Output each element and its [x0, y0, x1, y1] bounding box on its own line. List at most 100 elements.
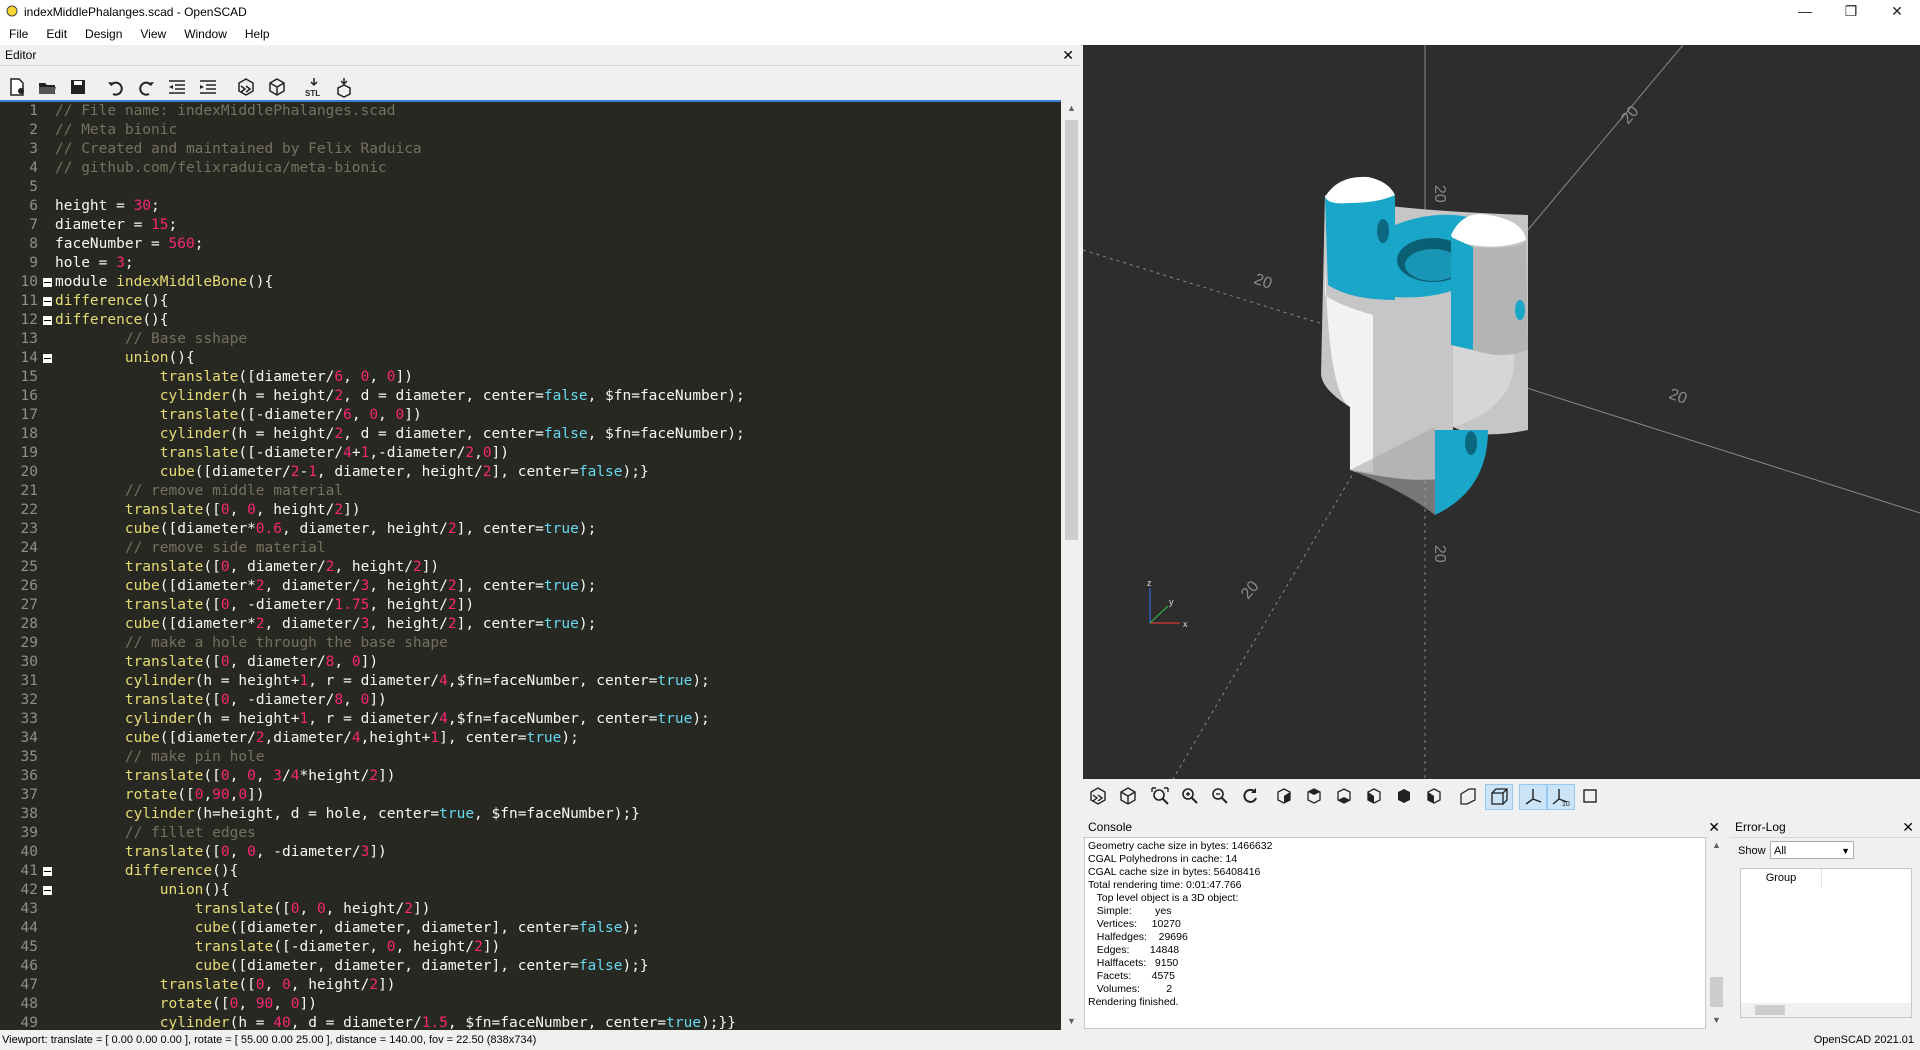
close-editor-icon[interactable]: ✕ — [1062, 45, 1074, 65]
code-token: ]) — [369, 692, 387, 708]
reset-view-icon[interactable] — [1237, 784, 1263, 808]
code-token: , — [229, 768, 248, 784]
undo-icon[interactable] — [103, 74, 129, 100]
perspective-icon[interactable] — [1455, 784, 1481, 808]
code-token: union — [159, 882, 204, 898]
view-back-icon[interactable] — [1421, 784, 1447, 808]
show-filter-select[interactable]: All ▼ — [1770, 841, 1854, 859]
code-token: translate — [159, 407, 239, 423]
code-token: , $fn=faceNumber); — [587, 388, 745, 404]
menu-window[interactable]: Window — [175, 23, 236, 45]
zoom-out-icon[interactable] — [1207, 784, 1233, 808]
code-token: translate — [159, 369, 239, 385]
error-log-table[interactable]: Group — [1740, 868, 1912, 1018]
view-front-icon[interactable] — [1391, 784, 1417, 808]
console-scroll-down-icon[interactable]: ▼ — [1708, 1012, 1725, 1029]
render-icon[interactable] — [1115, 784, 1141, 808]
code-token: (){ — [247, 274, 274, 290]
minimize-icon[interactable]: — — [1782, 0, 1828, 23]
indent-icon[interactable] — [195, 74, 221, 100]
error-log-hscrollbar[interactable] — [1741, 1003, 1911, 1017]
code-token: ([ — [273, 901, 291, 917]
code-token: 0 — [220, 844, 230, 860]
preview-icon[interactable] — [233, 74, 259, 100]
zoom-in-icon[interactable] — [1177, 784, 1203, 808]
send-to-print-icon[interactable] — [331, 74, 357, 100]
fold-toggle-icon[interactable] — [43, 886, 52, 895]
show-edges-icon[interactable] — [1577, 784, 1603, 808]
menu-help[interactable]: Help — [236, 23, 279, 45]
code-token: (h = height+ — [194, 711, 300, 727]
code-token: ([diameter* — [159, 521, 256, 537]
close-error-log-icon[interactable]: ✕ — [1902, 817, 1914, 837]
console-output[interactable]: Geometry cache size in bytes: 1466632 CGA… — [1084, 837, 1706, 1029]
console-scroll-up-icon[interactable]: ▲ — [1708, 837, 1725, 854]
show-axes-icon[interactable] — [1519, 784, 1547, 810]
redo-icon[interactable] — [133, 74, 159, 100]
axis-tick-label: 20 — [1431, 545, 1448, 563]
fold-toggle-icon[interactable] — [43, 297, 52, 306]
orthogonal-icon[interactable] — [1485, 784, 1513, 810]
view-top-icon[interactable] — [1301, 784, 1327, 808]
unindent-icon[interactable] — [164, 74, 190, 100]
code-token: 4 — [439, 711, 448, 727]
code-text: translate([0, 0, 3/4*height/2]) — [55, 767, 396, 786]
menu-design[interactable]: Design — [76, 23, 131, 45]
code-text: cylinder(h=height, d = hole, center=true… — [55, 805, 640, 824]
scroll-thumb[interactable] — [1065, 120, 1078, 540]
fold-toggle-icon[interactable] — [43, 867, 52, 876]
export-stl-icon[interactable]: STL — [301, 74, 327, 100]
new-icon[interactable] — [4, 74, 30, 100]
code-token: , -diameter/ — [229, 597, 335, 613]
code-token: 2 — [404, 901, 413, 917]
3d-viewport[interactable]: 20 20 20 20 20 20 z x y — [1083, 45, 1920, 779]
code-token: rotate — [124, 787, 178, 803]
code-text: translate([0, 0, height/2]) — [55, 976, 396, 995]
line-number: 17 — [20, 407, 38, 423]
view-left-icon[interactable] — [1361, 784, 1387, 808]
view-bottom-icon[interactable] — [1331, 784, 1357, 808]
preview-icon[interactable] — [1085, 784, 1111, 808]
fold-toggle-icon[interactable] — [43, 278, 52, 287]
console-scrollbar[interactable]: ▲ ▼ — [1708, 837, 1725, 1029]
scroll-down-icon[interactable]: ▼ — [1063, 1013, 1080, 1030]
code-token: translate — [194, 939, 274, 955]
view-all-icon[interactable] — [1147, 784, 1173, 808]
menu-edit[interactable]: Edit — [37, 23, 76, 45]
fold-toggle-icon[interactable] — [43, 354, 52, 363]
code-token: // Base sshape — [124, 331, 248, 347]
code-token: difference — [55, 312, 143, 328]
error-log-hscroll-thumb[interactable] — [1755, 1005, 1785, 1015]
open-icon[interactable] — [34, 74, 60, 100]
code-token: , — [343, 692, 361, 708]
chevron-down-icon: ▼ — [1841, 846, 1850, 856]
menu-file[interactable]: File — [0, 23, 37, 45]
restore-icon[interactable]: ❐ — [1828, 0, 1874, 23]
code-token: , — [273, 996, 291, 1012]
scroll-up-icon[interactable]: ▲ — [1063, 100, 1080, 117]
code-text: translate([0, diameter/8, 0]) — [55, 653, 378, 672]
close-console-icon[interactable]: ✕ — [1708, 817, 1720, 837]
editor-scrollbar[interactable]: ▲ ▼ — [1063, 100, 1080, 1030]
code-text: // remove middle material — [55, 482, 343, 501]
column-header-group[interactable]: Group — [1741, 869, 1822, 887]
render-icon[interactable] — [264, 74, 290, 100]
console-scroll-thumb[interactable] — [1710, 977, 1723, 1007]
code-token: true — [543, 578, 579, 594]
code-text: cube([diameter/2-1, diameter, height/2],… — [55, 463, 649, 482]
view-right-icon[interactable] — [1271, 784, 1297, 808]
code-token: // make a hole through the base shape — [124, 635, 448, 651]
close-window-icon[interactable]: ✕ — [1874, 0, 1920, 23]
code-token: ); — [622, 920, 640, 936]
fold-toggle-icon[interactable] — [43, 316, 52, 325]
save-icon[interactable] — [65, 74, 91, 100]
menu-view[interactable]: View — [131, 23, 175, 45]
code-text: translate([-diameter/6, 0, 0]) — [55, 406, 422, 425]
code-editor[interactable]: 1 // File name: indexMiddlePhalanges.scad… — [0, 100, 1061, 1032]
show-scale-icon[interactable]: 10 — [1547, 784, 1575, 810]
